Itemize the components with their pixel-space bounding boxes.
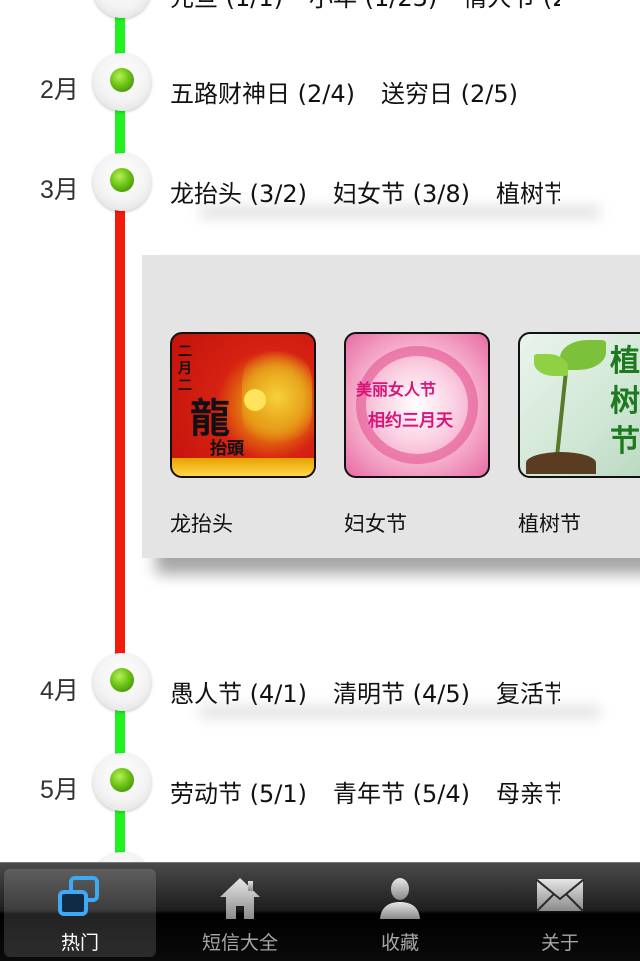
festival-item[interactable]: 植树节 (3/12) [496,180,560,208]
festival-item[interactable]: 青年节 (5/4) [333,780,470,808]
home-icon [220,878,260,919]
person-icon [380,878,420,919]
festival-card-longtaitou[interactable]: 二 月 二 龍 抬頭 龙抬头 [170,332,316,538]
festival-item[interactable]: 五路财神日 (2/4) [170,80,355,108]
festival-item[interactable]: 送穷日 (2/5) [381,80,518,108]
tab-label: 热门 [60,932,99,954]
tab-bar: 热门 短信大全 收藏 关于 [0,862,640,961]
gold-band [172,458,314,476]
mail-icon [536,879,584,912]
node-dot-icon [110,668,134,692]
tab-label: 短信大全 [201,932,278,954]
festival-row-may[interactable]: 劳动节 (5/1) 青年节 (5/4) 母亲节 [170,774,560,818]
node-dot-icon [110,168,134,192]
image-text-subtitle: 相约三月天 [368,411,453,431]
month-label-may: 5月 [40,776,79,804]
month-label-apr: 4月 [40,677,79,705]
node-dot-icon [110,68,134,92]
festival-card-zhishujie[interactable]: 植 树 节 植树节 [518,332,640,538]
tab-about[interactable]: 关于 [484,869,636,957]
festival-item[interactable]: 复活节 [496,680,560,708]
zhishujie-image[interactable]: 植 树 节 [518,332,640,478]
timeline-node-apr[interactable] [93,653,151,711]
timeline-node-jan[interactable] [93,0,151,18]
festival-item[interactable]: 小年 (1/23) [309,0,437,12]
festival-row-feb[interactable]: 五路财神日 (2/4) 送穷日 (2/5) [170,74,560,118]
festival-card-funvjie[interactable]: 美丽女人节 相约三月天 妇女节 [344,332,490,538]
longtaitou-image[interactable]: 二 月 二 龍 抬頭 [170,332,316,478]
festival-item[interactable]: 情人节 (2/14) [463,0,560,12]
festival-item[interactable]: 妇女节 (3/8) [333,180,470,208]
timeline-node-may[interactable] [93,753,151,811]
festival-row-jan[interactable]: 元旦 (1/1) 小年 (1/23) 情人节 (2/14) [170,0,560,22]
image-text-sub: 抬頭 [210,439,244,459]
timeline-node-feb[interactable] [93,53,151,111]
festival-card-caption: 植树节 [518,512,581,536]
festival-card-caption: 妇女节 [344,512,407,536]
festival-item[interactable]: 清明节 (4/5) [333,680,470,708]
image-text-vertical: 植 树 节 [610,344,640,459]
flower-wreath-icon [356,346,478,464]
windows-icon [58,876,99,916]
timeline-line-mar-active [115,205,125,665]
sun-icon [244,389,266,411]
festival-item[interactable]: 愚人节 (4/1) [170,680,307,708]
festival-row-mar[interactable]: 龙抬头 (3/2) 妇女节 (3/8) 植树节 (3/12) [170,174,560,218]
node-dot-icon [110,768,134,792]
month-label-feb: 2月 [40,76,79,104]
soil-mound [526,452,596,474]
festival-item[interactable]: 母亲节 [496,780,560,808]
festival-row-apr[interactable]: 愚人节 (4/1) 清明节 (4/5) 复活节 [170,674,560,718]
tab-label: 收藏 [380,932,419,954]
tab-favorites[interactable]: 收藏 [324,869,476,957]
tab-sms[interactable]: 短信大全 [164,869,316,957]
festival-item[interactable]: 劳动节 (5/1) [170,780,307,808]
timeline-node-mar[interactable] [93,153,151,211]
festival-card-caption: 龙抬头 [170,512,233,536]
month-label-mar: 3月 [40,176,79,204]
tab-label: 关于 [540,932,579,954]
festival-item[interactable]: 龙抬头 (3/2) [170,180,307,208]
funvjie-image[interactable]: 美丽女人节 相约三月天 [344,332,490,478]
festival-item[interactable]: 元旦 (1/1) [170,0,283,12]
festival-detail-panel: 二 月 二 龍 抬頭 龙抬头 美丽女人节 相约三月天 妇女节 植 树 节 植树节 [142,255,640,558]
tab-hot[interactable]: 热门 [4,869,156,957]
image-text-title: 美丽女人节 [356,380,437,399]
